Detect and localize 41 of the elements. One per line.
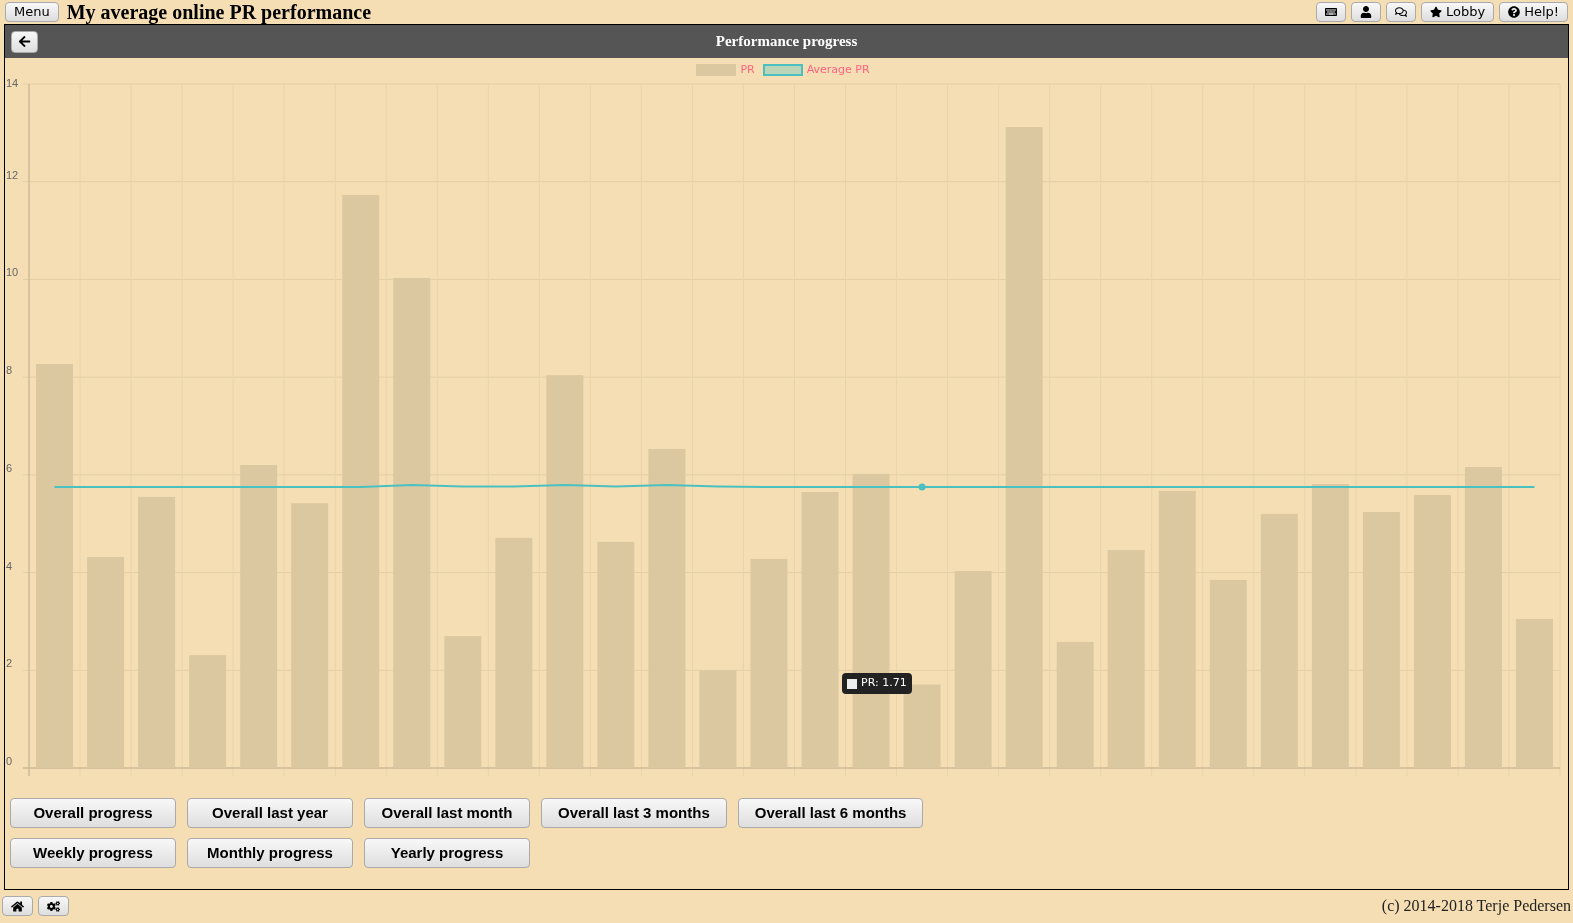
period-button[interactable]: Monthly progress [187,838,353,868]
y-tick-label: 12 [6,168,19,181]
home-icon [11,899,24,913]
gears-button[interactable] [38,896,69,916]
period-button[interactable]: Overall last month [364,798,530,828]
y-tick-label: 14 [6,77,19,89]
menu-button[interactable]: Menu [5,2,59,22]
page-title: My average online PR performance [66,2,372,22]
period-button[interactable]: Weekly progress [10,838,176,868]
help-icon [1508,6,1521,18]
y-tick-label: 0 [6,755,13,767]
y-tick-label: 2 [6,657,13,670]
legend-label: PR [740,62,755,78]
toolbar-button[interactable]: Lobby [1420,2,1495,22]
period-button[interactable]: Yearly progress [364,838,530,868]
keyboard-icon [1324,6,1337,18]
y-tick-label: 8 [6,364,13,377]
chat-button[interactable] [1385,2,1416,22]
period-button[interactable]: Overall last year [187,798,353,828]
panel-title: Performance progress [715,32,858,52]
home-button[interactable] [2,896,33,916]
y-tick-label: 10 [6,266,19,279]
gears-icon [47,899,60,913]
keyboard-button[interactable] [1315,2,1346,22]
chat-icon [1394,6,1407,18]
period-button[interactable]: Overall last 3 months [541,798,727,828]
line-point [918,483,926,491]
user-icon [1359,6,1372,18]
y-tick-label: 6 [6,461,13,474]
legend-label: Average PR [806,62,870,78]
toolbar-button[interactable]: Help! [1499,2,1568,22]
period-button[interactable]: Overall progress [10,798,176,828]
copyright-text: (c) 2014-2018 Terje Pedersen [1381,896,1571,917]
legend-swatch [847,678,858,689]
tooltip-text: PR: 1.71 [861,675,907,692]
back-arrow-icon [18,35,31,48]
user-button[interactable] [1350,2,1381,22]
period-button[interactable]: Overall last 6 months [737,798,924,828]
y-tick-label: 4 [6,559,13,572]
back-button[interactable] [11,30,38,53]
star-icon [1429,6,1442,18]
